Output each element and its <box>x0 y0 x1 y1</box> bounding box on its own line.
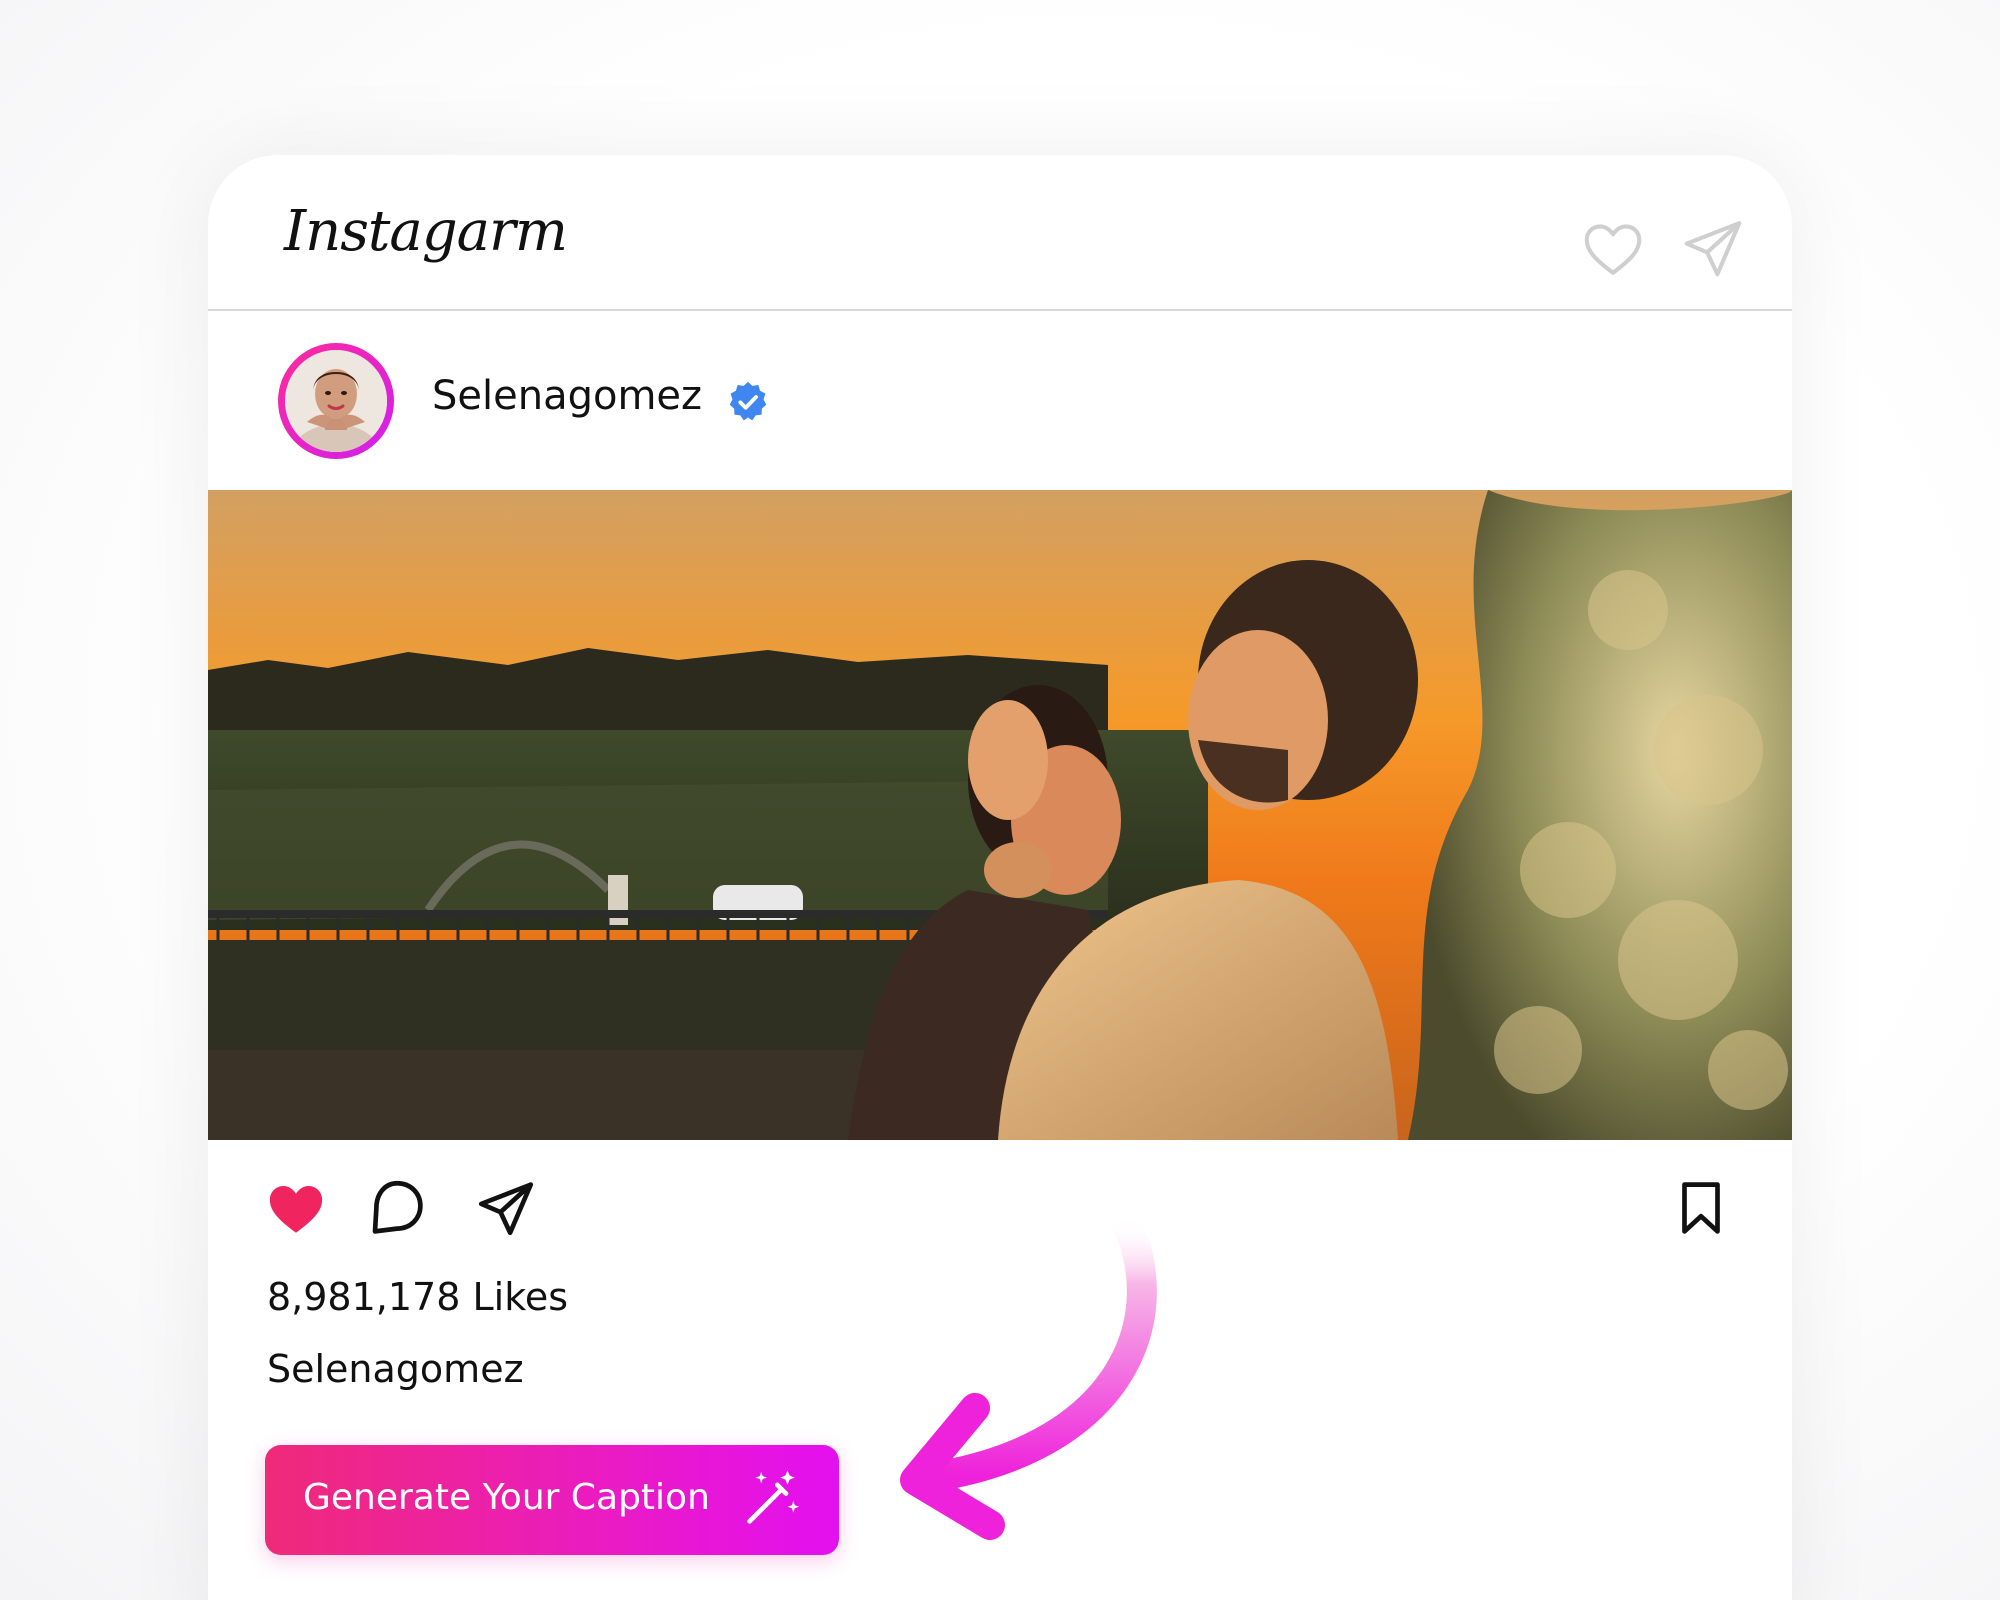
profile-portrait <box>285 350 387 452</box>
likes-count[interactable]: 8,981,178 Likes <box>267 1275 568 1319</box>
heart-outline-icon[interactable] <box>1578 213 1648 283</box>
bookmark-icon[interactable] <box>1668 1175 1734 1241</box>
send-icon[interactable] <box>1678 213 1748 283</box>
comment-icon[interactable] <box>364 1175 430 1241</box>
pointer-arrow-icon <box>900 1205 1157 1540</box>
post-header: Selenagomez <box>208 343 1792 463</box>
generate-caption-label: Generate Your Caption <box>303 1477 710 1518</box>
app-logo[interactable]: Instagarm <box>284 199 568 264</box>
avatar-image <box>285 350 387 452</box>
magic-wand-icon <box>747 1470 800 1524</box>
post-username[interactable]: Selenagomez <box>432 373 702 419</box>
top-navigation-bar: Instagarm <box>208 155 1792 311</box>
sunset-couple-photo <box>208 490 1792 1140</box>
post-photo[interactable] <box>208 490 1792 1140</box>
like-heart-icon[interactable] <box>263 1175 329 1241</box>
caption-username[interactable]: Selenagomez <box>267 1347 524 1391</box>
verified-badge-icon <box>729 381 767 421</box>
page-background: Instagarm Selenagomez 8,981,178 Likes Se… <box>0 0 2000 1600</box>
share-icon[interactable] <box>473 1175 539 1241</box>
generate-caption-button[interactable]: Generate Your Caption <box>265 1445 839 1555</box>
avatar[interactable] <box>278 343 394 459</box>
